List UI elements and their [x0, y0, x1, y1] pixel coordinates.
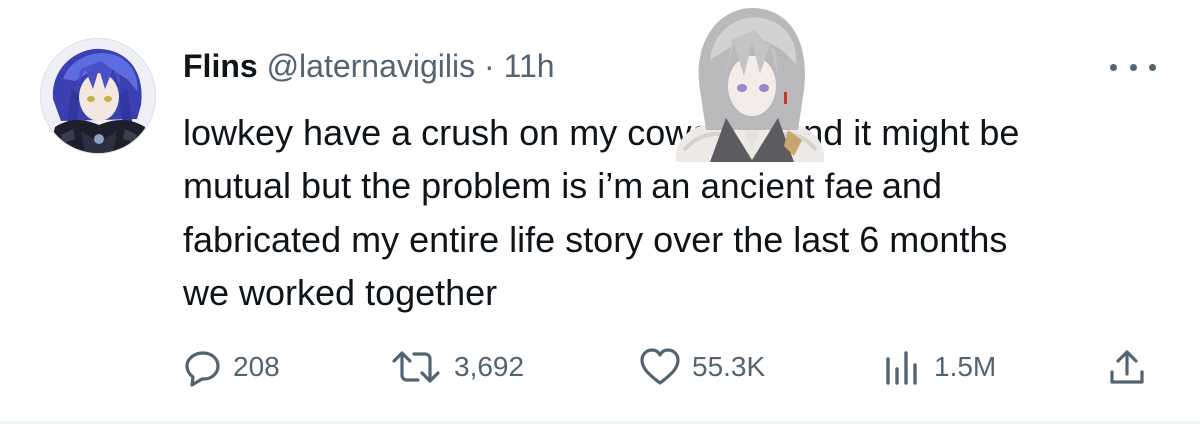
like-count: 55.3K	[692, 351, 766, 382]
tweet-action-bar: 208 3,692 55.3K 1.5M	[0, 344, 1200, 390]
more-options-button[interactable]	[1110, 60, 1156, 74]
user-handle[interactable]: @laternavigilis	[267, 48, 476, 84]
like-button[interactable]: 55.3K	[638, 344, 765, 390]
reply-count: 208	[233, 351, 280, 382]
share-upload-icon	[1110, 350, 1144, 384]
more-horizontal-icon	[1129, 63, 1137, 71]
views-count: 1.5M	[934, 351, 997, 382]
tweet-text-line: mutual but the problem is i’m an ancient …	[183, 159, 1143, 213]
reply-button[interactable]: 208	[183, 344, 280, 390]
repost-arrows-icon	[392, 351, 440, 383]
views-bar-chart-icon	[886, 351, 917, 385]
edited-text-fragment: an ancient fae	[651, 167, 874, 206]
tweet-text-line: fabricated my entire life story over the…	[183, 219, 1008, 260]
display-name[interactable]: Flins	[183, 48, 258, 84]
tweet-card[interactable]: Flins @laternavigilis · 11h lowkey have …	[0, 0, 1200, 424]
tweet-text-fragment: and	[881, 165, 942, 206]
more-horizontal-icon	[1110, 63, 1117, 71]
repost-count: 3,692	[454, 351, 525, 382]
views-button[interactable]: 1.5M	[880, 344, 996, 390]
more-horizontal-icon	[1149, 63, 1156, 71]
reply-bubble-icon	[185, 351, 220, 387]
timestamp[interactable]: 11h	[504, 48, 555, 84]
tweet-text-fragment: mutual but the problem is i’m	[183, 165, 644, 206]
tweet-text-line: lowkey have a crush on my coworker and i…	[183, 112, 1020, 153]
heart-icon	[640, 348, 680, 385]
tweet-text: lowkey have a crush on my coworker and i…	[183, 106, 1143, 319]
repost-button[interactable]: 3,692	[388, 344, 524, 390]
avatar[interactable]	[40, 38, 156, 154]
share-button[interactable]	[1106, 344, 1148, 390]
separator-dot: ·	[484, 48, 495, 84]
tweet-header: Flins @laternavigilis · 11h	[183, 46, 555, 86]
tweet-text-line: we worked together	[183, 272, 498, 313]
